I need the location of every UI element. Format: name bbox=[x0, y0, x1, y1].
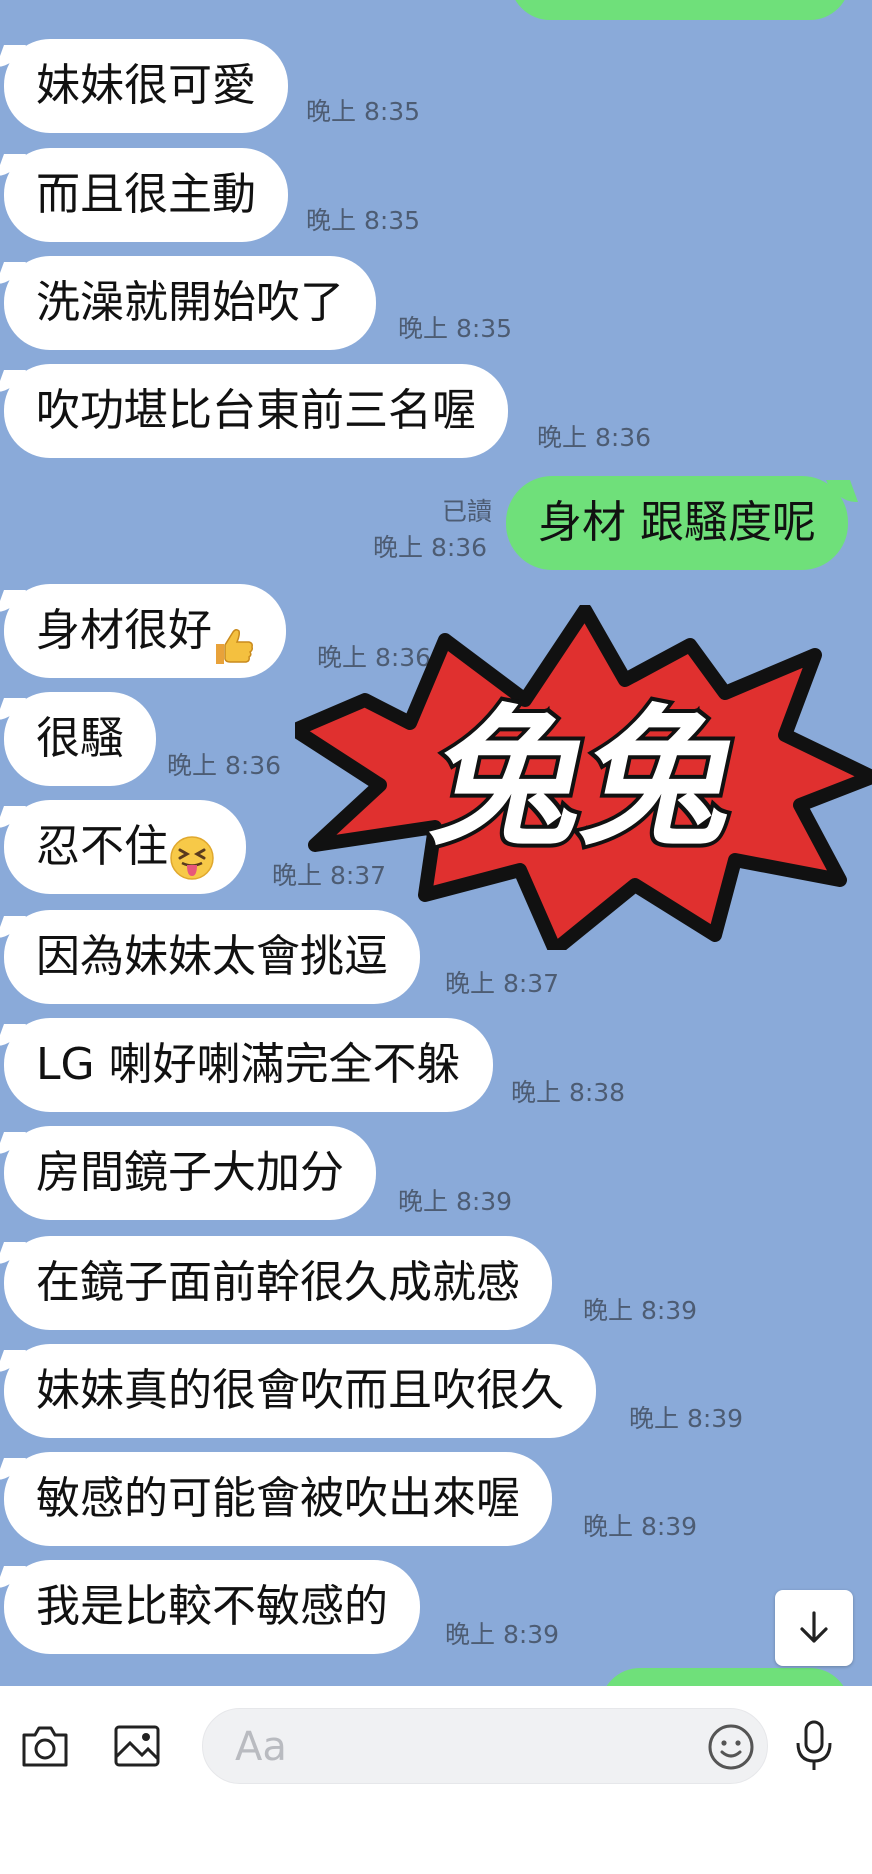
sticker-explosion: 兔兔 bbox=[295, 605, 872, 950]
message-time: 晚上 8:35 bbox=[306, 206, 421, 235]
message-text: 身材很好 bbox=[36, 605, 212, 656]
message-bubble[interactable]: 洗澡就開始吹了 bbox=[4, 256, 376, 350]
message-bubble[interactable]: 妹妹真的很會吹而且吹很久 bbox=[4, 1344, 596, 1438]
message-bubble[interactable]: 很騷 bbox=[4, 692, 156, 786]
arrow-down-icon bbox=[800, 1611, 828, 1643]
message-bubble[interactable]: 吹功堪比台東前三名喔 bbox=[4, 364, 508, 458]
message-bubble[interactable]: 房間鏡子大加分 bbox=[4, 1126, 376, 1220]
message-bubble[interactable]: 身材很好 bbox=[4, 584, 286, 678]
camera-icon[interactable] bbox=[15, 1716, 75, 1776]
message-bubble[interactable]: 我是比較不敏感的 bbox=[4, 1560, 420, 1654]
microphone-icon[interactable] bbox=[784, 1716, 844, 1776]
message-time: 晚上 8:35 bbox=[398, 314, 513, 343]
message-bubble[interactable]: LG 喇好喇滿完全不躲 bbox=[4, 1018, 493, 1112]
message-time: 晚上 8:39 bbox=[629, 1404, 744, 1433]
message-text-field[interactable] bbox=[233, 1709, 687, 1785]
thumbs-up-icon bbox=[212, 607, 256, 664]
message-bubble-outgoing[interactable]: 身材 跟騷度呢 bbox=[506, 476, 848, 570]
sticker-text: 兔兔 bbox=[420, 691, 757, 866]
outgoing-bubble-partial bbox=[510, 0, 850, 20]
message-time: 晚上 8:39 bbox=[398, 1187, 513, 1216]
message-bubble[interactable]: 敏感的可能會被吹出來喔 bbox=[4, 1452, 552, 1546]
tongue-out-face-icon bbox=[168, 821, 216, 880]
message-time: 晚上 8:36 bbox=[537, 423, 652, 452]
scroll-to-bottom-button[interactable] bbox=[775, 1590, 853, 1666]
message-time: 晚上 8:36 bbox=[167, 751, 282, 780]
image-icon[interactable] bbox=[107, 1716, 167, 1776]
outgoing-bubble-partial bbox=[600, 1668, 850, 1686]
message-time: 晚上 8:39 bbox=[445, 1620, 560, 1649]
emoji-icon[interactable] bbox=[703, 1719, 759, 1775]
message-bubble[interactable]: 在鏡子面前幹很久成就感 bbox=[4, 1236, 552, 1330]
message-bubble[interactable]: 妹妹很可愛 bbox=[4, 39, 288, 133]
message-bubble[interactable]: 而且很主動 bbox=[4, 148, 288, 242]
message-time: 晚上 8:39 bbox=[583, 1512, 698, 1541]
message-time: 晚上 8:39 bbox=[583, 1296, 698, 1325]
message-input[interactable] bbox=[202, 1708, 768, 1785]
message-time: 晚上 8:37 bbox=[445, 969, 560, 998]
message-time: 晚上 8:36 bbox=[373, 533, 488, 562]
message-bubble[interactable]: 忍不住 bbox=[4, 800, 246, 894]
read-receipt: 已讀 bbox=[441, 497, 492, 526]
message-text: 忍不住 bbox=[36, 821, 168, 872]
message-time: 晚上 8:35 bbox=[306, 97, 421, 126]
message-time: 晚上 8:38 bbox=[511, 1078, 626, 1107]
chat-area[interactable]: 妹妹很可愛 晚上 8:35 而且很主動 晚上 8:35 洗澡就開始吹了 晚上 8… bbox=[0, 0, 872, 1686]
input-bar bbox=[0, 1686, 872, 1874]
